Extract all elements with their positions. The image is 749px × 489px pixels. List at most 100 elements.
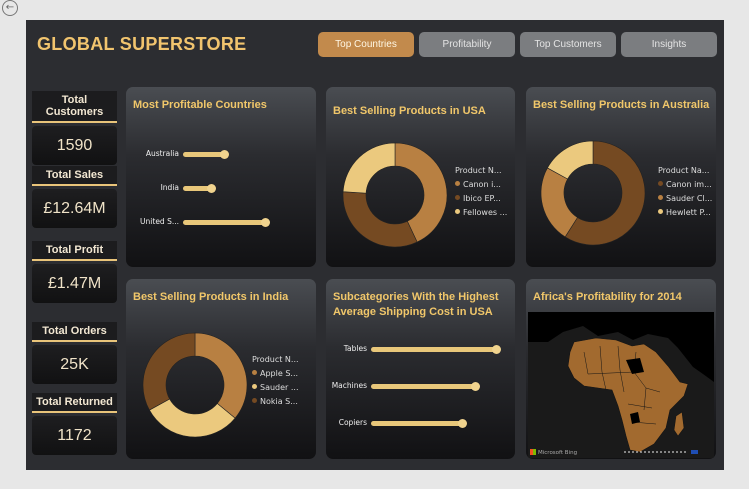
dashboard-canvas: GLOBAL SUPERSTORE Top Countries Profitab… bbox=[26, 20, 724, 470]
bar-row[interactable]: Tables bbox=[326, 344, 515, 355]
legend-dot bbox=[658, 181, 663, 186]
legend-item[interactable]: Canon i... bbox=[455, 180, 507, 189]
legend-item[interactable]: Apple S... bbox=[252, 369, 299, 378]
bar-row[interactable]: United S... bbox=[126, 217, 316, 228]
kpi-label: Total Orders bbox=[32, 322, 117, 342]
legend-label: Fellowes ... bbox=[463, 208, 508, 217]
back-arrow-icon[interactable]: ← bbox=[2, 0, 18, 16]
legend-title: Product Na... bbox=[658, 166, 710, 175]
legend-dot bbox=[455, 195, 460, 200]
card-title-line: Average Shipping Cost in USA bbox=[333, 306, 493, 318]
legend-item[interactable]: Sauder ... bbox=[252, 383, 299, 392]
africa-map[interactable]: Microsoft Bing bbox=[528, 312, 714, 458]
page-title: GLOBAL SUPERSTORE bbox=[37, 34, 247, 54]
africa-map-shapes bbox=[528, 312, 714, 458]
legend-title: Product N... bbox=[455, 166, 502, 175]
tab-top-customers[interactable]: Top Customers bbox=[520, 32, 616, 57]
card-title-line: Subcategories With the Highest bbox=[333, 291, 499, 303]
legend-item[interactable]: Nokia S... bbox=[252, 397, 299, 406]
legend-label: Sauder Cl... bbox=[666, 194, 713, 203]
card-usa-products[interactable]: Best Selling Products in USA Product N..… bbox=[326, 87, 515, 267]
bar-label: Australia bbox=[145, 149, 179, 158]
kpi-total-customers: Total Customers 1590 bbox=[32, 91, 117, 165]
bar-endpoint[interactable] bbox=[458, 419, 468, 428]
kpi-total-profit: Total Profit £1.47M bbox=[32, 241, 117, 303]
bar[interactable] bbox=[371, 421, 463, 426]
card-title: Most Profitable Countries bbox=[133, 99, 267, 111]
india-legend: Product N... Apple S... Sauder ... Nokia S.… bbox=[252, 355, 299, 411]
bar-label: United S... bbox=[140, 217, 179, 226]
australia-donut-chart bbox=[540, 140, 646, 246]
bar-row[interactable]: Australia bbox=[126, 149, 316, 160]
donut-slice[interactable] bbox=[540, 167, 578, 238]
card-africa-map[interactable]: Africa's Profitability for 2014 Microsof… bbox=[526, 279, 716, 459]
bar-endpoint[interactable] bbox=[219, 150, 229, 159]
kpi-value: £1.47M bbox=[32, 264, 117, 303]
card-title: Africa's Profitability for 2014 bbox=[533, 291, 682, 303]
kpi-total-orders: Total Orders 25K bbox=[32, 322, 117, 384]
kpi-label: Total Profit bbox=[32, 241, 117, 261]
legend-dot bbox=[455, 181, 460, 186]
legend-label: Sauder ... bbox=[260, 383, 299, 392]
donut-slice[interactable] bbox=[342, 142, 396, 194]
legend-dot bbox=[658, 195, 663, 200]
bar-row[interactable]: Copiers bbox=[326, 418, 515, 429]
bar-row[interactable]: India bbox=[126, 183, 316, 194]
legend-dot bbox=[658, 209, 663, 214]
donut-slice[interactable] bbox=[342, 191, 418, 248]
donut-slice[interactable] bbox=[142, 332, 196, 411]
australia-legend: Product Na... Canon im... Sauder Cl... Hewl… bbox=[658, 166, 712, 222]
legend-label: Ibico EP... bbox=[463, 194, 501, 203]
map-provider-logo: Microsoft Bing bbox=[530, 449, 577, 456]
kpi-value: 25K bbox=[32, 345, 117, 384]
card-india-products[interactable]: Best Selling Products in India Product N… bbox=[126, 279, 316, 459]
bar-endpoint[interactable] bbox=[492, 345, 501, 354]
bar[interactable] bbox=[183, 152, 224, 157]
tab-insights[interactable]: Insights bbox=[621, 32, 717, 57]
bar[interactable] bbox=[371, 384, 475, 389]
legend-item[interactable]: Hewlett P... bbox=[658, 208, 712, 217]
legend-item[interactable]: Fellowes ... bbox=[455, 208, 507, 217]
donut-slice[interactable] bbox=[194, 332, 248, 419]
tab-profitability[interactable]: Profitability bbox=[419, 32, 515, 57]
bar-endpoint[interactable] bbox=[261, 218, 271, 227]
kpi-label: Total Sales bbox=[32, 166, 117, 186]
legend-dot bbox=[455, 209, 460, 214]
tab-top-countries[interactable]: Top Countries bbox=[318, 32, 414, 57]
legend-item[interactable]: Ibico EP... bbox=[455, 194, 507, 203]
kpi-total-returned: Total Returned 1172 bbox=[32, 393, 117, 455]
india-donut-chart bbox=[142, 332, 248, 438]
kpi-label: Total Customers bbox=[32, 91, 117, 123]
legend-dot bbox=[252, 370, 257, 375]
legend-item[interactable]: Sauder Cl... bbox=[658, 194, 712, 203]
bar-label: Machines bbox=[331, 381, 367, 390]
usa-donut-chart bbox=[342, 142, 448, 248]
map-provider-label: Microsoft Bing bbox=[538, 450, 578, 456]
legend-item[interactable]: Canon im... bbox=[658, 180, 712, 189]
bar-label: Copiers bbox=[338, 418, 367, 427]
kpi-value: £12.64M bbox=[32, 189, 117, 228]
card-shipping-cost[interactable]: Subcategories With the Highest Average S… bbox=[326, 279, 515, 459]
legend-dot bbox=[252, 398, 257, 403]
card-title: Best Selling Products in USA bbox=[333, 105, 486, 117]
card-profitable-countries[interactable]: Most Profitable Countries Australia India… bbox=[126, 87, 316, 267]
legend-dot bbox=[252, 384, 257, 389]
bar-row[interactable]: Machines bbox=[326, 381, 515, 392]
microsoft-logo-icon bbox=[530, 449, 536, 455]
bar-endpoint[interactable] bbox=[207, 184, 217, 193]
bar-endpoint[interactable] bbox=[470, 382, 480, 391]
bar[interactable] bbox=[371, 347, 496, 352]
legend-label: Canon im... bbox=[666, 180, 712, 189]
legend-label: Canon i... bbox=[463, 180, 501, 189]
legend-label: Apple S... bbox=[260, 369, 299, 378]
kpi-label: Total Returned bbox=[32, 393, 117, 413]
legend-title: Product N... bbox=[252, 355, 299, 364]
legend-label: Hewlett P... bbox=[666, 208, 711, 217]
legend-label: Nokia S... bbox=[260, 397, 298, 406]
bar-label: India bbox=[160, 183, 179, 192]
card-australia-products[interactable]: Best Selling Products in Australia Produ… bbox=[526, 87, 716, 267]
usa-legend: Product N... Canon i... Ibico EP... Fellowe… bbox=[455, 166, 507, 222]
bar[interactable] bbox=[183, 220, 266, 225]
card-title: Best Selling Products in India bbox=[133, 291, 289, 303]
kpi-value: 1590 bbox=[32, 126, 117, 165]
